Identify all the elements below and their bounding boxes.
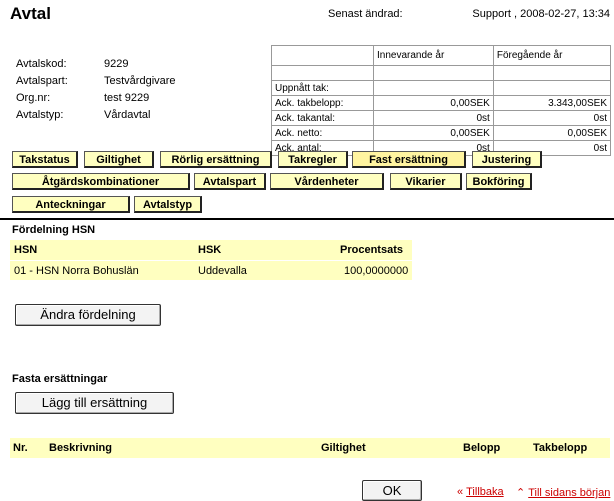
tab-justering[interactable]: Justering <box>472 151 542 168</box>
ok-button[interactable]: OK <box>362 480 422 501</box>
stats-current-value: 0st <box>373 110 494 126</box>
stats-previous-value: 0,00SEK <box>492 125 612 141</box>
info-row-type: Avtalstyp: Vårdavtal <box>16 109 256 126</box>
info-label: Org.nr: <box>16 92 51 104</box>
tab-vardenheter[interactable]: Vårdenheter <box>270 173 384 190</box>
tab-atgardskombinationer[interactable]: Åtgärdskombinationer <box>12 173 190 190</box>
ceiling-stats-table: Innevarande år Föregående år Uppnått tak… <box>271 45 612 156</box>
divider <box>0 218 614 220</box>
page-title: Avtal <box>10 4 51 23</box>
stats-previous-value: 3.343,00SEK <box>492 95 612 111</box>
fixed-col-validity: Giltighet <box>321 442 366 454</box>
stats-current-value <box>373 80 494 96</box>
agreement-info: Avtalskod: 9229 Avtalspart: Testvårdgiva… <box>16 58 256 126</box>
info-label: Avtalspart: <box>16 75 68 87</box>
distribution-hsn-value: 01 - HSN Norra Bohuslän <box>14 265 139 277</box>
tab-giltighet[interactable]: Giltighet <box>84 151 154 168</box>
stats-header-previous: Föregående år <box>492 45 612 66</box>
distribution-col-hsn: HSN <box>14 244 38 256</box>
stats-label: Ack. takbelopp: <box>271 95 374 111</box>
stats-header-current: Innevarande år <box>373 45 494 66</box>
back-link[interactable]: «Tillbaka <box>457 486 504 498</box>
fixed-col-nr: Nr. <box>13 442 28 454</box>
stats-header-empty <box>271 45 374 66</box>
last-changed-value: Support , 2008-02-27, 13:34 <box>472 8 610 20</box>
stats-row: Ack. takantal: 0st 0st <box>271 110 612 126</box>
fixed-col-ceiling-amount: Takbelopp <box>533 442 588 454</box>
info-label: Avtalskod: <box>16 58 67 70</box>
top-link-label: Till sidans början <box>528 487 611 499</box>
distribution-percent-value: 100,0000000 <box>344 265 409 277</box>
stats-previous-value <box>492 80 612 96</box>
last-changed-label: Senast ändrad: <box>328 8 403 20</box>
info-value: 9229 <box>104 58 129 70</box>
distribution-hsk-value: Uddevalla <box>198 265 247 277</box>
tab-bokforing[interactable]: Bokföring <box>466 173 532 190</box>
info-row-code: Avtalskod: 9229 <box>16 58 256 75</box>
stats-row: Uppnått tak: <box>271 80 612 96</box>
tab-takstatus[interactable]: Takstatus <box>12 151 78 168</box>
fixed-compensation-title: Fasta ersättningar <box>12 373 108 385</box>
fixed-col-description: Beskrivning <box>49 442 112 454</box>
tab-avtalstyp[interactable]: Avtalstyp <box>134 196 202 213</box>
info-row-party: Avtalspart: Testvårdgivare <box>16 75 256 92</box>
tab-rorlig-ersattning[interactable]: Rörlig ersättning <box>160 151 272 168</box>
fixed-col-amount: Belopp <box>463 442 501 454</box>
change-distribution-button[interactable]: Ändra fördelning <box>15 304 161 326</box>
info-value: test 9229 <box>104 92 150 104</box>
tab-fast-ersattning[interactable]: Fast ersättning <box>352 151 466 168</box>
info-row-orgnr: Org.nr: test 9229 <box>16 92 256 109</box>
stats-label: Ack. takantal: <box>271 110 374 126</box>
stats-label: Ack. netto: <box>271 125 374 141</box>
stats-previous-value: 0st <box>492 110 612 126</box>
stats-row: Ack. takbelopp: 0,00SEK 3.343,00SEK <box>271 95 612 111</box>
top-of-page-link[interactable]: ⌃ Till sidans början <box>516 486 610 499</box>
double-chevron-up-icon: ⌃ <box>516 487 526 499</box>
distribution-col-hsk: HSK <box>198 244 222 256</box>
add-compensation-button[interactable]: Lägg till ersättning <box>15 392 174 414</box>
back-link-label: Tillbaka <box>466 486 504 498</box>
stats-row: Ack. netto: 0,00SEK 0,00SEK <box>271 125 612 141</box>
tab-vikarier[interactable]: Vikarier <box>390 173 462 190</box>
stats-label: Uppnått tak: <box>271 80 374 96</box>
stats-current-value: 0,00SEK <box>373 125 494 141</box>
distribution-col-percent: Procentsats <box>340 244 403 256</box>
stats-header-row: Innevarande år Föregående år <box>271 45 612 66</box>
stats-current-value: 0,00SEK <box>373 95 494 111</box>
info-value: Vårdavtal <box>104 109 151 121</box>
info-label: Avtalstyp: <box>16 109 64 121</box>
double-chevron-left-icon: « <box>457 486 464 498</box>
tab-avtalspart[interactable]: Avtalspart <box>194 173 266 190</box>
tab-anteckningar[interactable]: Anteckningar <box>12 196 130 213</box>
info-value: Testvårdgivare <box>104 75 176 87</box>
tab-takregler[interactable]: Takregler <box>278 151 348 168</box>
distribution-title: Fördelning HSN <box>12 224 96 236</box>
